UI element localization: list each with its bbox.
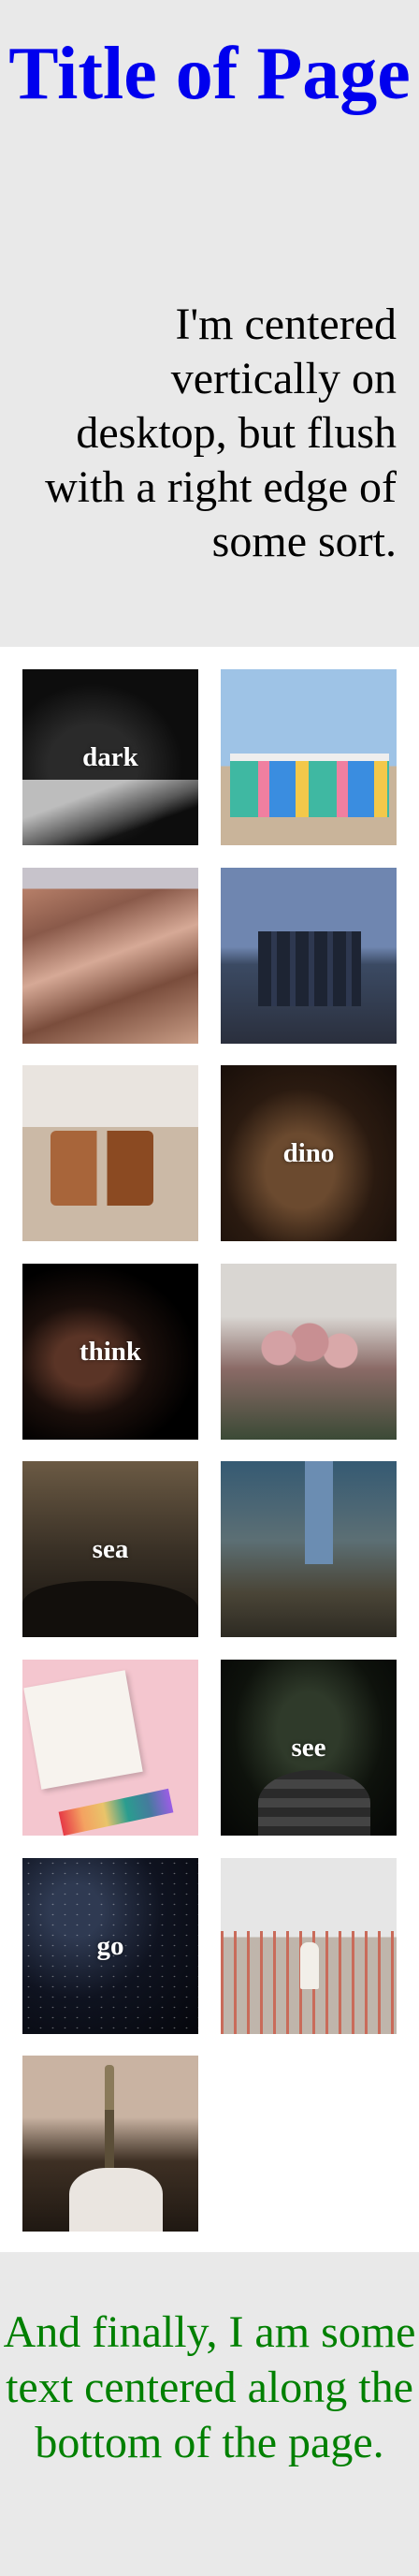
gallery-tile-see[interactable]: see bbox=[221, 1660, 397, 1836]
intro-text: I'm centered vertically on desktop, but … bbox=[45, 300, 397, 566]
gallery-tile-city-skyline[interactable] bbox=[221, 868, 397, 1044]
gallery-tile-sea[interactable]: sea bbox=[22, 1461, 198, 1637]
page-header: Title of Page I'm centered vertically on… bbox=[0, 0, 419, 647]
page-footer: And finally, I am some text centered alo… bbox=[0, 2252, 419, 2576]
gallery-tile-jump[interactable] bbox=[221, 1461, 397, 1637]
tile-label: go bbox=[96, 1930, 124, 1961]
gallery-tile-dark[interactable]: dark bbox=[22, 669, 198, 845]
tile-label: dino bbox=[282, 1137, 335, 1168]
footer-text: And finally, I am some text centered alo… bbox=[3, 2307, 416, 2467]
page-title: Title of Page bbox=[8, 33, 411, 115]
gallery-tile-canyon[interactable] bbox=[22, 868, 198, 1044]
gallery-tile-balcony[interactable] bbox=[221, 1858, 397, 2034]
gallery-tile-notebook[interactable] bbox=[22, 1660, 198, 1836]
gallery-tile-think[interactable]: think bbox=[22, 1264, 198, 1440]
tile-label: dark bbox=[82, 741, 138, 772]
gallery-tile-go[interactable]: go bbox=[22, 1858, 198, 2034]
tile-label: think bbox=[79, 1336, 142, 1367]
tile-label: sea bbox=[92, 1533, 129, 1564]
gallery-tile-flowers[interactable] bbox=[221, 1264, 397, 1440]
gallery-tile-wheat[interactable] bbox=[22, 2056, 198, 2232]
image-gallery: dark dino think sea see go bbox=[0, 647, 419, 2252]
tile-label: see bbox=[291, 1732, 326, 1763]
gallery-tile-dino[interactable]: dino bbox=[221, 1065, 397, 1241]
gallery-tile-coffee[interactable] bbox=[22, 1065, 198, 1241]
gallery-tile-beach-huts[interactable] bbox=[221, 669, 397, 845]
